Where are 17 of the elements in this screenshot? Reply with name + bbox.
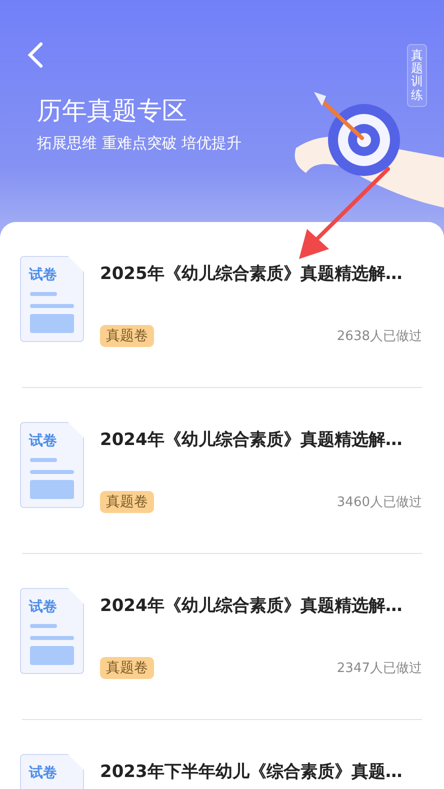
document-icon: 试卷 — [20, 754, 84, 789]
document-icon: 试卷 — [20, 256, 84, 342]
paper-tag: 真题卷 — [100, 491, 154, 513]
page-subtitle: 拓展思维 重难点突破 培优提升 — [37, 134, 242, 153]
paper-tag: 真题卷 — [100, 325, 154, 347]
done-count: 2638人已做过 — [336, 328, 422, 345]
paper-tag: 真题卷 — [100, 657, 154, 679]
document-icon: 试卷 — [20, 422, 84, 508]
paper-title[interactable]: 2024年《幼儿综合素质》真题精选解… — [100, 428, 422, 451]
back-icon[interactable] — [26, 42, 44, 68]
page-title: 历年真题专区 — [37, 95, 187, 127]
document-icon: 试卷 — [20, 588, 84, 674]
done-count: 2347人已做过 — [336, 660, 422, 677]
done-count: 3460人已做过 — [336, 494, 422, 511]
paper-title[interactable]: 2023年下半年幼儿《综合素质》真题… — [100, 760, 422, 783]
paper-title[interactable]: 2025年《幼儿综合素质》真题精选解… — [100, 262, 422, 285]
paper-title[interactable]: 2024年《幼儿综合素质》真题精选解… — [100, 594, 422, 617]
